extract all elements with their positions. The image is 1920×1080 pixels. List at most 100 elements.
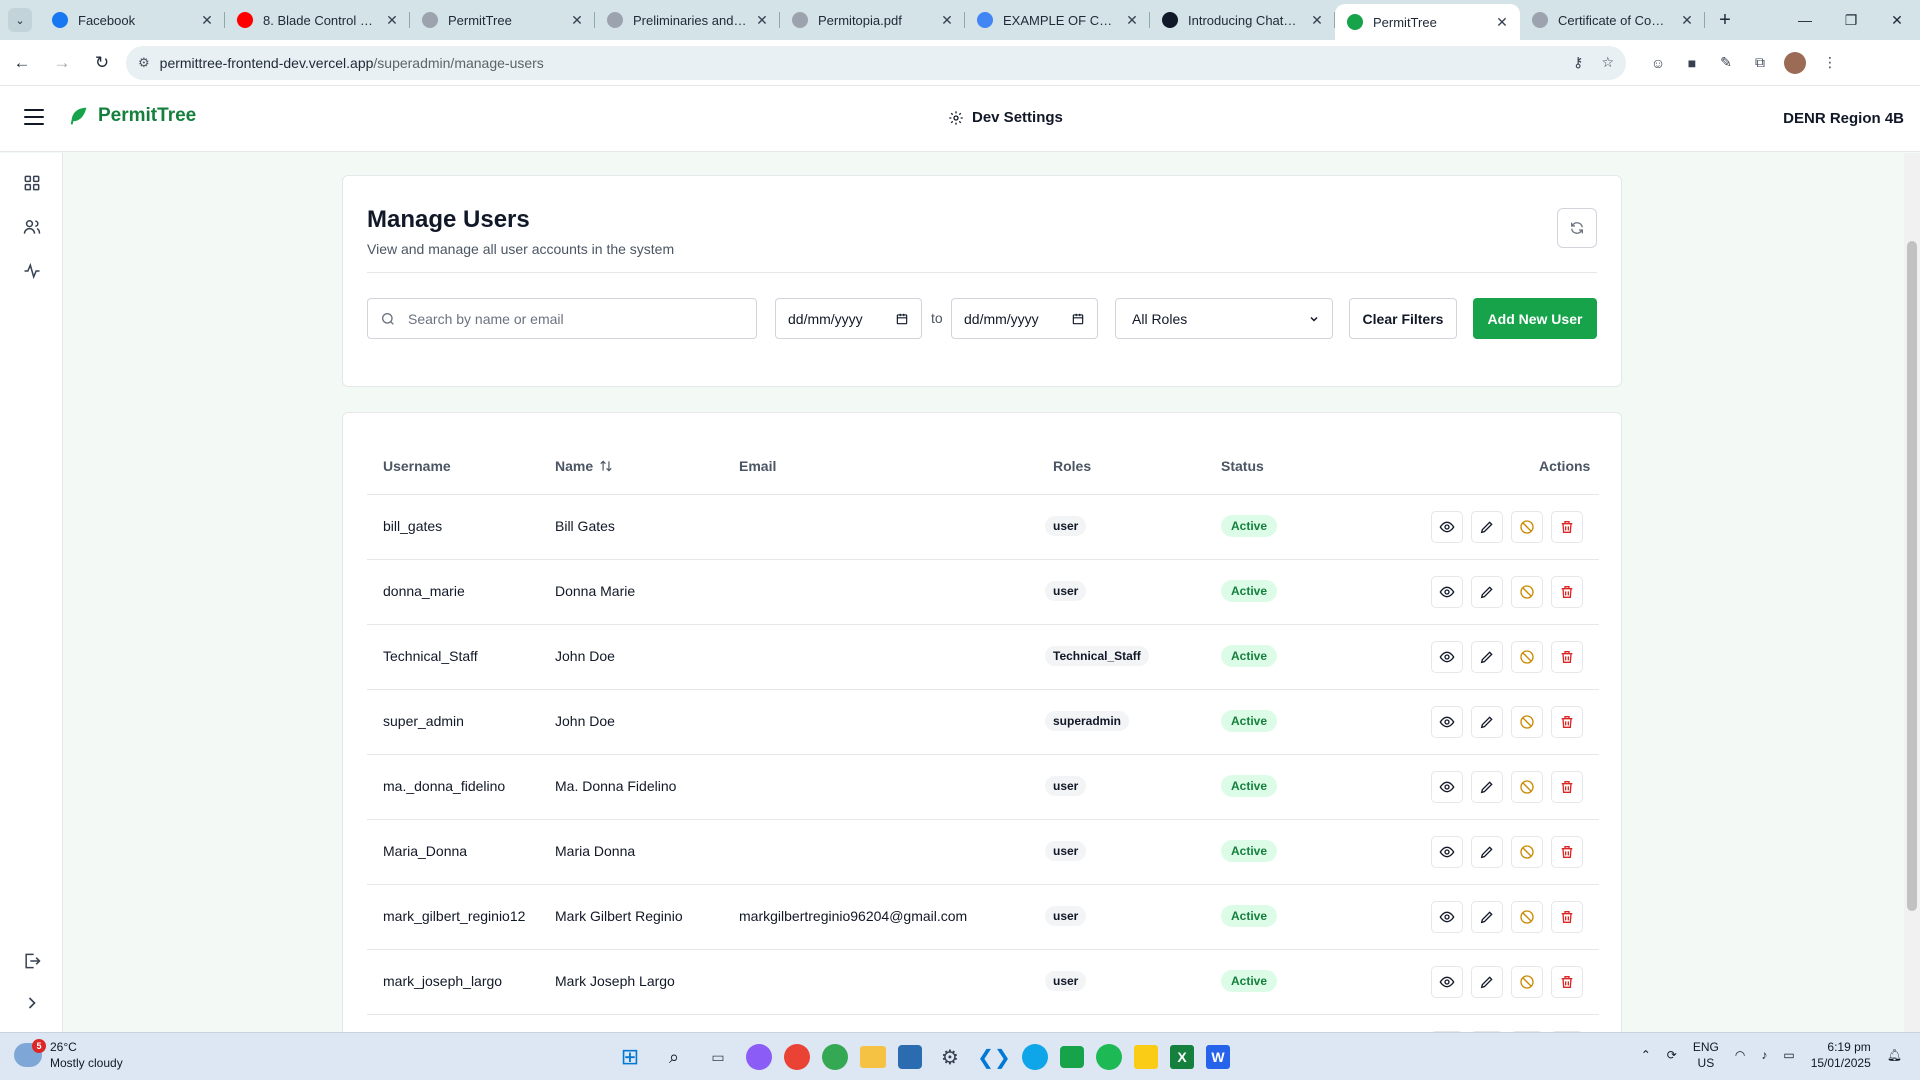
- view-user-button[interactable]: [1431, 901, 1463, 933]
- browser-tab[interactable]: Certificate of Comple ✕: [1520, 0, 1705, 40]
- close-tab-icon[interactable]: ✕: [1494, 14, 1510, 31]
- close-tab-icon[interactable]: ✕: [384, 12, 400, 29]
- suspend-user-button[interactable]: [1511, 966, 1543, 998]
- browser-tab[interactable]: 8. Blade Control Stru ✕: [225, 0, 410, 40]
- sync-icon[interactable]: ⟳: [1667, 1048, 1677, 1062]
- users-icon[interactable]: [22, 217, 42, 237]
- browser-tab[interactable]: EXAMPLE OF CERTIFI ✕: [965, 0, 1150, 40]
- edit-user-button[interactable]: [1471, 641, 1503, 673]
- refresh-button[interactable]: [1557, 208, 1597, 248]
- column-header-username[interactable]: Username: [383, 458, 451, 474]
- bookmark-star-icon[interactable]: ☆: [1601, 54, 1614, 71]
- suspend-user-button[interactable]: [1511, 641, 1543, 673]
- dashboard-grid-icon[interactable]: [22, 173, 42, 193]
- browser-tab[interactable]: Permitopia.pdf ✕: [780, 0, 965, 40]
- site-info-icon[interactable]: ⚙: [138, 55, 150, 71]
- battery-icon[interactable]: ▭: [1783, 1048, 1794, 1062]
- column-header-name[interactable]: Name: [555, 458, 613, 474]
- activity-icon[interactable]: [22, 261, 42, 281]
- add-new-user-button[interactable]: Add New User: [1473, 298, 1597, 339]
- sort-arrows-icon[interactable]: [599, 459, 613, 473]
- extension-mask-icon[interactable]: ■: [1682, 53, 1702, 73]
- delete-user-button[interactable]: [1551, 901, 1583, 933]
- delete-user-button[interactable]: [1551, 836, 1583, 868]
- view-user-button[interactable]: [1431, 576, 1463, 608]
- edit-user-button[interactable]: [1471, 836, 1503, 868]
- word-icon[interactable]: W: [1206, 1045, 1230, 1069]
- password-key-icon[interactable]: ⚷: [1573, 54, 1583, 71]
- edge-icon[interactable]: [1022, 1044, 1048, 1070]
- notification-bell-icon[interactable]: 🔔︎: [1887, 1048, 1902, 1062]
- game-icon[interactable]: [1060, 1046, 1084, 1068]
- brand-logo[interactable]: PermitTree: [68, 105, 196, 127]
- file-explorer-icon[interactable]: [860, 1046, 886, 1068]
- edit-user-button[interactable]: [1471, 576, 1503, 608]
- browser-tab[interactable]: Preliminaries and cha ✕: [595, 0, 780, 40]
- messenger-icon[interactable]: [746, 1044, 772, 1070]
- browser-menu-icon[interactable]: ⋮: [1820, 53, 1840, 73]
- windows-start-icon[interactable]: ⊞: [614, 1041, 646, 1073]
- edit-user-button[interactable]: [1471, 511, 1503, 543]
- delete-user-button[interactable]: [1551, 706, 1583, 738]
- weather-widget[interactable]: 5 26°C Mostly cloudy: [14, 1039, 123, 1071]
- suspend-user-button[interactable]: [1511, 771, 1543, 803]
- scrollbar-thumb[interactable]: [1907, 241, 1917, 911]
- calendar-icon[interactable]: [895, 312, 909, 326]
- view-user-button[interactable]: [1431, 641, 1463, 673]
- tab-search-chevron-icon[interactable]: ⌄: [8, 8, 32, 32]
- browser-tab[interactable]: Introducing ChatGPT ✕: [1150, 0, 1335, 40]
- close-tab-icon[interactable]: ✕: [939, 12, 955, 29]
- spotify-icon[interactable]: [1096, 1044, 1122, 1070]
- extensions-puzzle-icon[interactable]: ⧉: [1750, 53, 1770, 73]
- delete-user-button[interactable]: [1551, 641, 1583, 673]
- forward-arrow-icon[interactable]: →: [44, 45, 80, 81]
- suspend-user-button[interactable]: [1511, 706, 1543, 738]
- profile-avatar[interactable]: [1784, 51, 1806, 74]
- edit-user-button[interactable]: [1471, 966, 1503, 998]
- suspend-user-button[interactable]: [1511, 511, 1543, 543]
- date-to-input[interactable]: dd/mm/yyyy: [951, 298, 1098, 339]
- suspend-user-button[interactable]: [1511, 576, 1543, 608]
- role-filter-select[interactable]: All Roles: [1115, 298, 1333, 339]
- close-tab-icon[interactable]: ✕: [1679, 12, 1695, 29]
- date-from-input[interactable]: dd/mm/yyyy: [775, 298, 922, 339]
- page-scrollbar[interactable]: [1904, 153, 1920, 1032]
- search-field[interactable]: [367, 298, 757, 339]
- close-window-icon[interactable]: ✕: [1874, 0, 1920, 40]
- edit-user-button[interactable]: [1471, 706, 1503, 738]
- close-tab-icon[interactable]: ✕: [569, 12, 585, 29]
- view-user-button[interactable]: [1431, 771, 1463, 803]
- clock[interactable]: 6:19 pm 15/01/2025: [1811, 1039, 1871, 1071]
- browser-tab[interactable]: PermitTree ✕: [410, 0, 595, 40]
- vscode-icon[interactable]: ❮❯: [977, 1041, 1011, 1073]
- view-user-button[interactable]: [1431, 836, 1463, 868]
- search-input[interactable]: [408, 310, 738, 327]
- extension-pen-icon[interactable]: ✎: [1716, 53, 1736, 73]
- settings-icon[interactable]: ⚙: [934, 1041, 966, 1073]
- view-user-button[interactable]: [1431, 966, 1463, 998]
- browser-tab[interactable]: Facebook ✕: [40, 0, 225, 40]
- chrome-icon[interactable]: [784, 1044, 810, 1070]
- delete-user-button[interactable]: [1551, 771, 1583, 803]
- minimize-icon[interactable]: —: [1782, 0, 1828, 40]
- excel-icon[interactable]: X: [1170, 1045, 1194, 1069]
- volume-icon[interactable]: ♪: [1761, 1048, 1767, 1062]
- wifi-icon[interactable]: ◠: [1735, 1048, 1745, 1062]
- sticky-notes-icon[interactable]: [1134, 1045, 1158, 1069]
- chrome-profile-icon[interactable]: [822, 1044, 848, 1070]
- new-tab-button[interactable]: +: [1711, 6, 1739, 34]
- clear-filters-button[interactable]: Clear Filters: [1349, 298, 1457, 339]
- extension-face-icon[interactable]: ☺: [1648, 53, 1668, 73]
- delete-user-button[interactable]: [1551, 966, 1583, 998]
- delete-user-button[interactable]: [1551, 576, 1583, 608]
- dev-settings-button[interactable]: Dev Settings: [948, 109, 1063, 126]
- edit-user-button[interactable]: [1471, 901, 1503, 933]
- delete-user-button[interactable]: [1551, 511, 1583, 543]
- task-view-icon[interactable]: ▭: [702, 1041, 734, 1073]
- close-tab-icon[interactable]: ✕: [1124, 12, 1140, 29]
- browser-tab[interactable]: PermitTree ✕: [1335, 4, 1520, 40]
- back-arrow-icon[interactable]: ←: [4, 45, 40, 81]
- suspend-user-button[interactable]: [1511, 836, 1543, 868]
- view-user-button[interactable]: [1431, 706, 1463, 738]
- view-user-button[interactable]: [1431, 511, 1463, 543]
